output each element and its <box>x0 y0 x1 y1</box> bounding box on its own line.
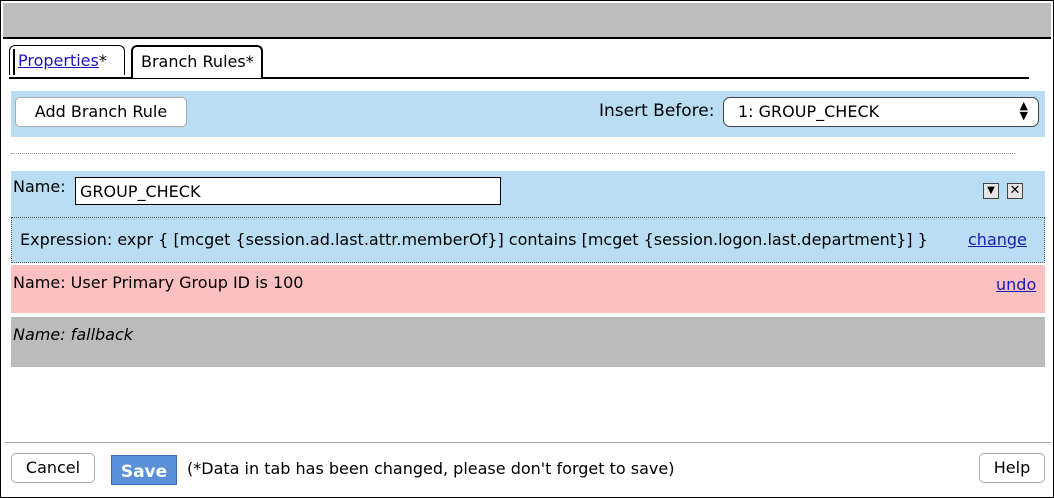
expression-text: Expression: expr { [mcget {session.ad.la… <box>20 230 928 249</box>
tab-properties[interactable]: Properties* <box>9 45 125 75</box>
close-icon[interactable]: ✕ <box>1007 183 1023 199</box>
fallback-rule-name: Name: fallback <box>13 325 134 344</box>
branch-rule-primary-group[interactable]: Name: User Primary Group ID is 100 undo <box>11 265 1045 313</box>
insert-before-value: 1: GROUP_CHECK <box>738 102 880 121</box>
cancel-button[interactable]: Cancel <box>11 453 95 483</box>
tab-properties-link[interactable]: Properties <box>18 51 99 70</box>
rule-name-input[interactable] <box>75 177 501 205</box>
dropdown-arrow-icon[interactable]: ▼ <box>983 183 999 199</box>
expression-row: Expression: expr { [mcget {session.ad.la… <box>11 217 1045 263</box>
undo-link[interactable]: undo <box>996 275 1036 294</box>
insert-before-label: Insert Before: <box>599 101 715 121</box>
branch-rules-dialog: Properties* Branch Rules* Add Branch Rul… <box>0 0 1054 498</box>
tab-edge <box>13 49 15 75</box>
branch-rule-fallback: Name: fallback <box>11 317 1045 367</box>
help-button[interactable]: Help <box>979 453 1045 483</box>
tab-branch-rules[interactable]: Branch Rules* <box>131 45 263 78</box>
branch-rule-group-check: Name: ▼ ✕ Expression: expr { [mcget {ses… <box>11 171 1045 263</box>
insert-before-select[interactable]: 1: GROUP_CHECK ▲ ▼ <box>723 97 1039 127</box>
tab-branch-rules-label: Branch Rules* <box>141 52 254 71</box>
save-button[interactable]: Save <box>111 455 177 485</box>
rule-name-text: Name: User Primary Group ID is 100 <box>13 273 304 292</box>
footer-divider <box>5 442 1051 443</box>
select-arrows-icon: ▲ ▼ <box>1019 99 1028 122</box>
title-bar <box>3 3 1051 39</box>
rule-name-label: Name: <box>13 177 66 196</box>
tab-bar: Properties* Branch Rules* <box>9 43 1029 79</box>
divider <box>11 153 1015 154</box>
tab-properties-modified-mark: * <box>98 51 107 70</box>
change-expression-link[interactable]: change <box>968 230 1027 249</box>
rule-toolbar: Add Branch Rule Insert Before: 1: GROUP_… <box>11 91 1045 137</box>
unsaved-changes-message: (*Data in tab has been changed, please d… <box>187 459 675 478</box>
add-branch-rule-button[interactable]: Add Branch Rule <box>15 97 187 127</box>
